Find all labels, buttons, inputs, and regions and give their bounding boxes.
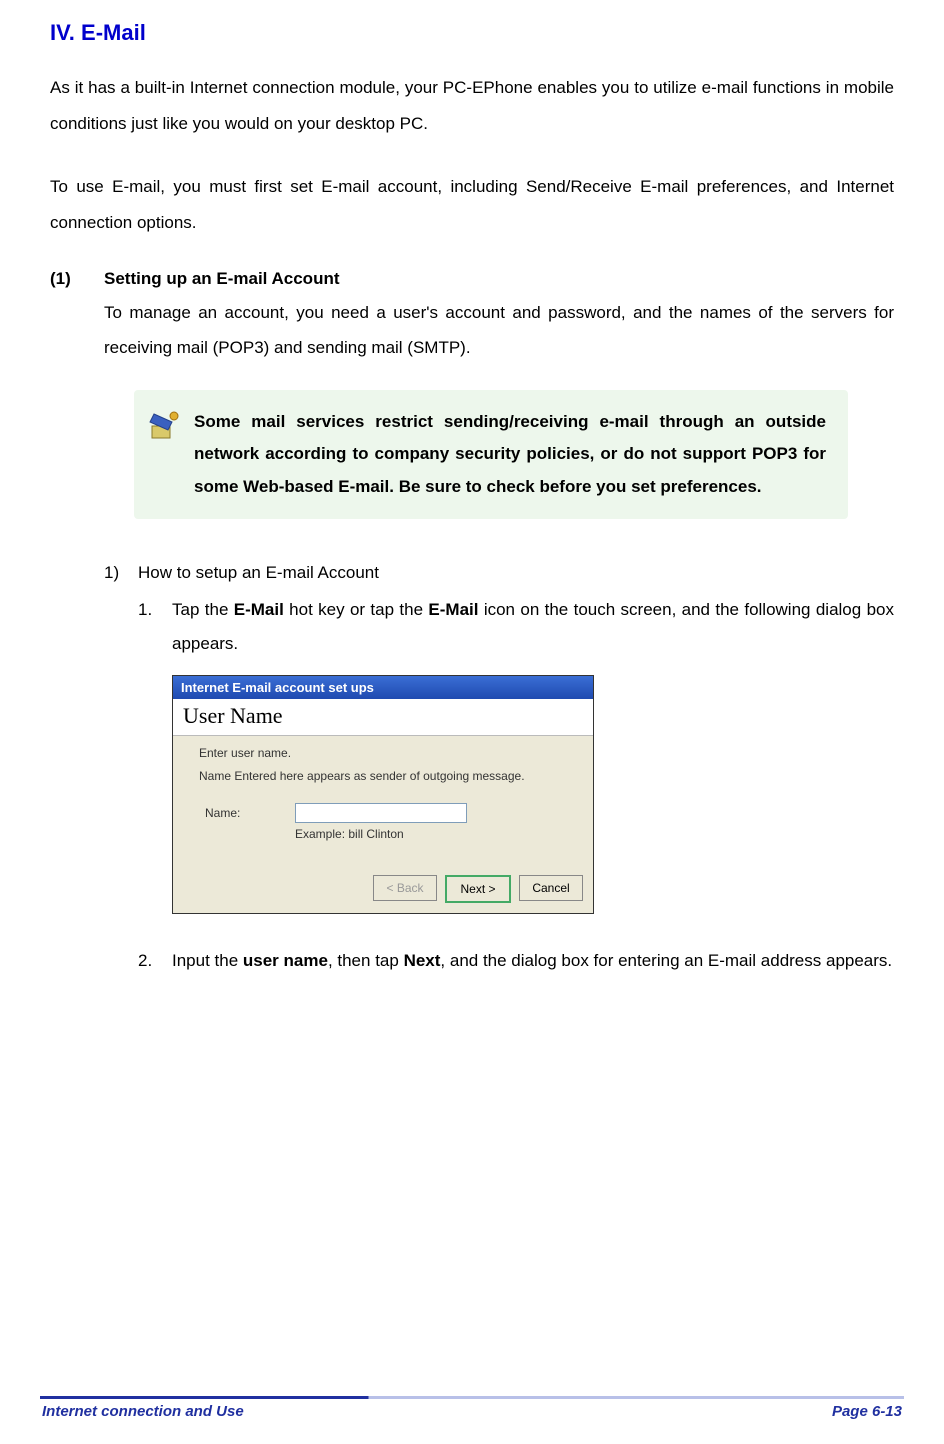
howto-title: How to setup an E-mail Account	[138, 563, 379, 583]
step-1-mid: hot key or tap the	[284, 600, 429, 619]
section-number: IV.	[50, 20, 75, 45]
back-button[interactable]: < Back	[373, 875, 437, 901]
footer-right: Page 6-13	[832, 1403, 902, 1420]
footer-left: Internet connection and Use	[42, 1403, 244, 1420]
dialog-instruction-2: Name Entered here appears as sender of o…	[199, 768, 575, 785]
step-2: 2. Input the user name, then tap Next, a…	[50, 944, 894, 978]
step-2-pre: Input the	[172, 951, 243, 970]
dialog-titlebar: Internet E-mail account set ups	[173, 676, 593, 699]
page-footer: Internet connection and Use Page 6-13	[0, 1396, 944, 1420]
note-icon	[148, 408, 182, 442]
step-2-text: Input the user name, then tap Next, and …	[172, 944, 894, 978]
cancel-button[interactable]: Cancel	[519, 875, 583, 901]
footer-divider	[40, 1396, 904, 1399]
step-1-text: Tap the E-Mail hot key or tap the E-Mail…	[172, 593, 894, 661]
step-2-bold-1: user name	[243, 951, 328, 970]
step-1-pre: Tap the	[172, 600, 234, 619]
intro-paragraph-1: As it has a built-in Internet connection…	[50, 70, 894, 141]
step-2-mid: , then tap	[328, 951, 404, 970]
dialog-heading: User Name	[173, 699, 593, 736]
step-2-bold-2: Next	[404, 951, 441, 970]
name-example: Example: bill Clinton	[199, 827, 575, 841]
name-label: Name:	[199, 806, 295, 820]
step-1-number: 1.	[138, 593, 172, 661]
step-2-post: , and the dialog box for entering an E-m…	[440, 951, 892, 970]
howto-number: 1)	[104, 563, 138, 583]
step-2-number: 2.	[138, 944, 172, 978]
section-title: IV. E-Mail	[50, 20, 894, 46]
note-text: Some mail services restrict sending/rece…	[194, 406, 826, 503]
dialog-screenshot: Internet E-mail account set ups User Nam…	[172, 675, 594, 914]
name-field-row: Name:	[199, 803, 575, 823]
step-1-bold-2: E-Mail	[428, 600, 478, 619]
dialog-body: Enter user name. Name Entered here appea…	[173, 736, 593, 867]
dialog-buttons: < Back Next > Cancel	[173, 867, 593, 913]
step-1-bold-1: E-Mail	[234, 600, 284, 619]
note-box: Some mail services restrict sending/rece…	[134, 390, 848, 519]
section-name: E-Mail	[81, 20, 146, 45]
intro-paragraph-2: To use E-mail, you must first set E-mail…	[50, 169, 894, 240]
subsection-body: To manage an account, you need a user's …	[50, 295, 894, 366]
subsection-title: Setting up an E-mail Account	[104, 269, 340, 289]
subsection-heading: (1) Setting up an E-mail Account	[50, 269, 894, 289]
next-button[interactable]: Next >	[445, 875, 511, 903]
step-1: 1. Tap the E-Mail hot key or tap the E-M…	[50, 593, 894, 661]
subsection-number: (1)	[50, 269, 104, 289]
dialog-instruction-1: Enter user name.	[199, 746, 575, 760]
name-input[interactable]	[295, 803, 467, 823]
howto-heading: 1) How to setup an E-mail Account	[50, 563, 894, 583]
